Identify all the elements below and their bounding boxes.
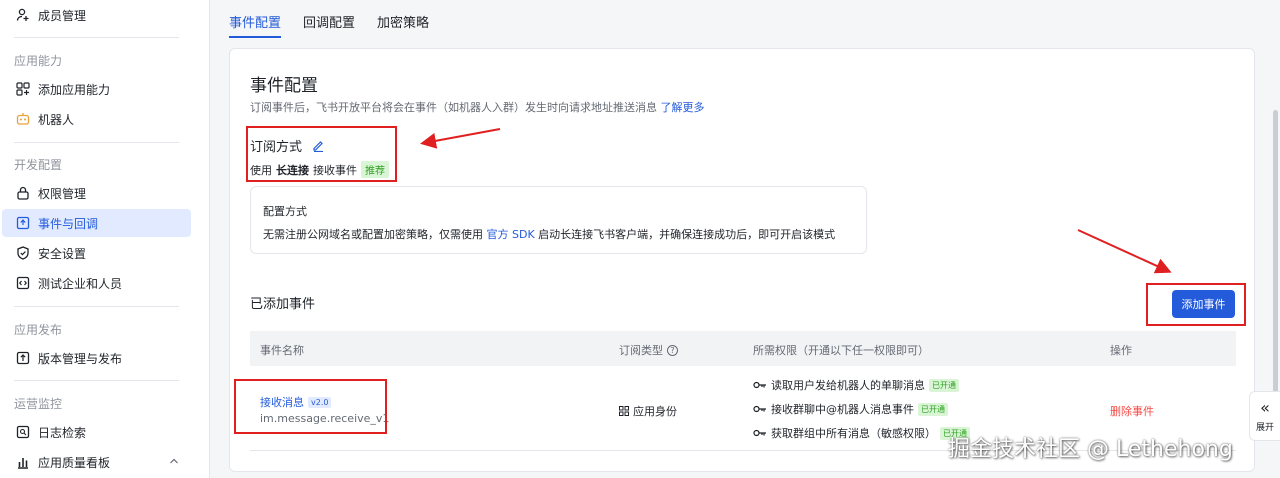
column-header-action: 操作 (1110, 344, 1132, 357)
sidebar-item-add-capability[interactable]: 添加应用能力 (2, 75, 191, 103)
divider (14, 306, 179, 307)
divider (14, 380, 179, 381)
code-icon (16, 276, 30, 290)
permission-text: 读取用户发给机器人的单聊消息 (771, 379, 925, 392)
double-chevron-left-icon: « (1260, 397, 1270, 417)
robot-icon (16, 112, 30, 126)
description-text: 订阅事件后，飞书开放平台将会在事件（如机器人入群）发生时向请求地址推送消息 (250, 101, 657, 114)
sidebar-item-label: 日志检索 (38, 425, 87, 440)
sidebar-item-label: 添加应用能力 (38, 82, 111, 97)
upload-icon (16, 351, 30, 365)
added-events-title: 已添加事件 (250, 297, 316, 312)
lock-icon (16, 186, 30, 200)
sidebar-item-label: 测试企业和人员 (38, 276, 123, 291)
status-badge: 已开通 (918, 402, 948, 416)
divider (14, 142, 179, 143)
config-text-after: 启动长连接飞书客户端，并确保连接成功后，即可开启该模式 (538, 228, 836, 241)
table-header: 事件名称 订阅类型 ? 所需权限（开通以下任一权限即可） 操作 (250, 331, 1236, 366)
official-sdk-link[interactable]: 官方 SDK (487, 228, 535, 241)
status-badge: 已开通 (929, 378, 959, 392)
watermark: 掘金技术社区 @ Lethehong (948, 437, 1233, 462)
permission-item: 读取用户发给机器人的单聊消息 已开通 (753, 377, 959, 393)
group-label: 应用发布 (14, 323, 63, 337)
column-header-event-name: 事件名称 (260, 344, 304, 357)
sidebar-item-label: 成员管理 (38, 8, 87, 23)
subscription-type-cell: 应用身份 (619, 403, 677, 419)
config-method-title: 配置方式 (263, 205, 307, 218)
sidebar-item-security[interactable]: 安全设置 (2, 239, 191, 267)
sidebar-item-version-release[interactable]: 版本管理与发布 (2, 344, 191, 372)
search-log-icon (16, 425, 30, 439)
config-method-box: 配置方式 无需注册公网域名或配置加密策略，仅需使用 官方 SDK 启动长连接飞书… (250, 186, 867, 254)
config-method-text: 无需注册公网域名或配置加密策略，仅需使用 官方 SDK 启动长连接飞书客户端，并… (263, 226, 835, 242)
shield-icon (16, 246, 30, 260)
permission-item: 接收群聊中@机器人消息事件 已开通 (753, 401, 948, 417)
learn-more-link[interactable]: 了解更多 (661, 101, 705, 114)
chevron-up-icon[interactable] (168, 455, 180, 467)
group-label: 应用能力 (14, 54, 63, 68)
help-icon[interactable]: ? (667, 344, 678, 356)
key-icon (753, 380, 767, 390)
scrollbar[interactable] (1273, 110, 1278, 400)
key-icon (753, 404, 767, 414)
chart-icon (16, 455, 30, 469)
permission-item: 获取群组中所有消息（敏感权限） 已开通 (753, 425, 970, 441)
sidebar-item-label: 应用质量看板 (38, 455, 111, 470)
sidebar-item-permissions[interactable]: 权限管理 (2, 179, 191, 207)
column-header-sub-type: 订阅类型 ? (619, 342, 678, 358)
sidebar-item-log-search[interactable]: 日志检索 (2, 418, 191, 446)
subscription-type-text: 应用身份 (633, 405, 677, 418)
sidebar-item-label: 事件与回调 (38, 216, 99, 231)
annotation-box-add-event (1146, 283, 1246, 326)
divider (14, 37, 179, 38)
sidebar-item-quality-dashboard[interactable]: 应用质量看板 (2, 448, 191, 476)
sidebar-item-label: 版本管理与发布 (38, 351, 123, 366)
tab-callback-config[interactable]: 回调配置 (303, 0, 355, 38)
annotation-box-event-name (234, 379, 387, 434)
config-text-before: 无需注册公网域名或配置加密策略，仅需使用 (263, 228, 483, 241)
permission-text: 获取群组中所有消息（敏感权限） (771, 427, 936, 440)
app-identity-icon (619, 406, 629, 416)
page-title: 事件配置 (250, 76, 318, 96)
page-description: 订阅事件后，飞书开放平台将会在事件（如机器人入群）发生时向请求地址推送消息 了解… (250, 99, 705, 115)
group-label: 运营监控 (14, 397, 63, 411)
sidebar: 成员管理 应用能力 添加应用能力 机器人 开发配置 权限管理 事件与回调 安全设… (0, 0, 210, 478)
delete-event-link[interactable]: 删除事件 (1110, 403, 1154, 419)
sidebar-item-label: 安全设置 (38, 246, 87, 261)
grid-add-icon (16, 82, 30, 96)
expand-panel-button[interactable]: « 展开 (1249, 391, 1280, 441)
sidebar-item-label: 权限管理 (38, 186, 87, 201)
sidebar-item-test-enterprise[interactable]: 测试企业和人员 (2, 269, 191, 297)
sidebar-item-events-callbacks[interactable]: 事件与回调 (2, 209, 191, 237)
permission-text: 接收群聊中@机器人消息事件 (771, 403, 914, 416)
sidebar-item-robot[interactable]: 机器人 (2, 105, 191, 133)
expand-label: 展开 (1255, 422, 1274, 433)
event-icon (16, 216, 30, 230)
column-header-permissions: 所需权限（开通以下任一权限即可） (753, 344, 929, 357)
sidebar-item-members[interactable]: 成员管理 (2, 1, 191, 29)
sub-type-header-text: 订阅类型 (619, 344, 663, 357)
key-icon (753, 428, 767, 438)
group-label: 开发配置 (14, 158, 63, 172)
sidebar-item-label: 机器人 (38, 112, 75, 127)
tab-event-config[interactable]: 事件配置 (229, 0, 282, 38)
tab-bar: 事件配置 回调配置 加密策略 (229, 0, 451, 40)
annotation-box-subscription (246, 126, 397, 182)
user-add-icon (16, 8, 30, 22)
tab-encryption-strategy[interactable]: 加密策略 (377, 0, 429, 38)
